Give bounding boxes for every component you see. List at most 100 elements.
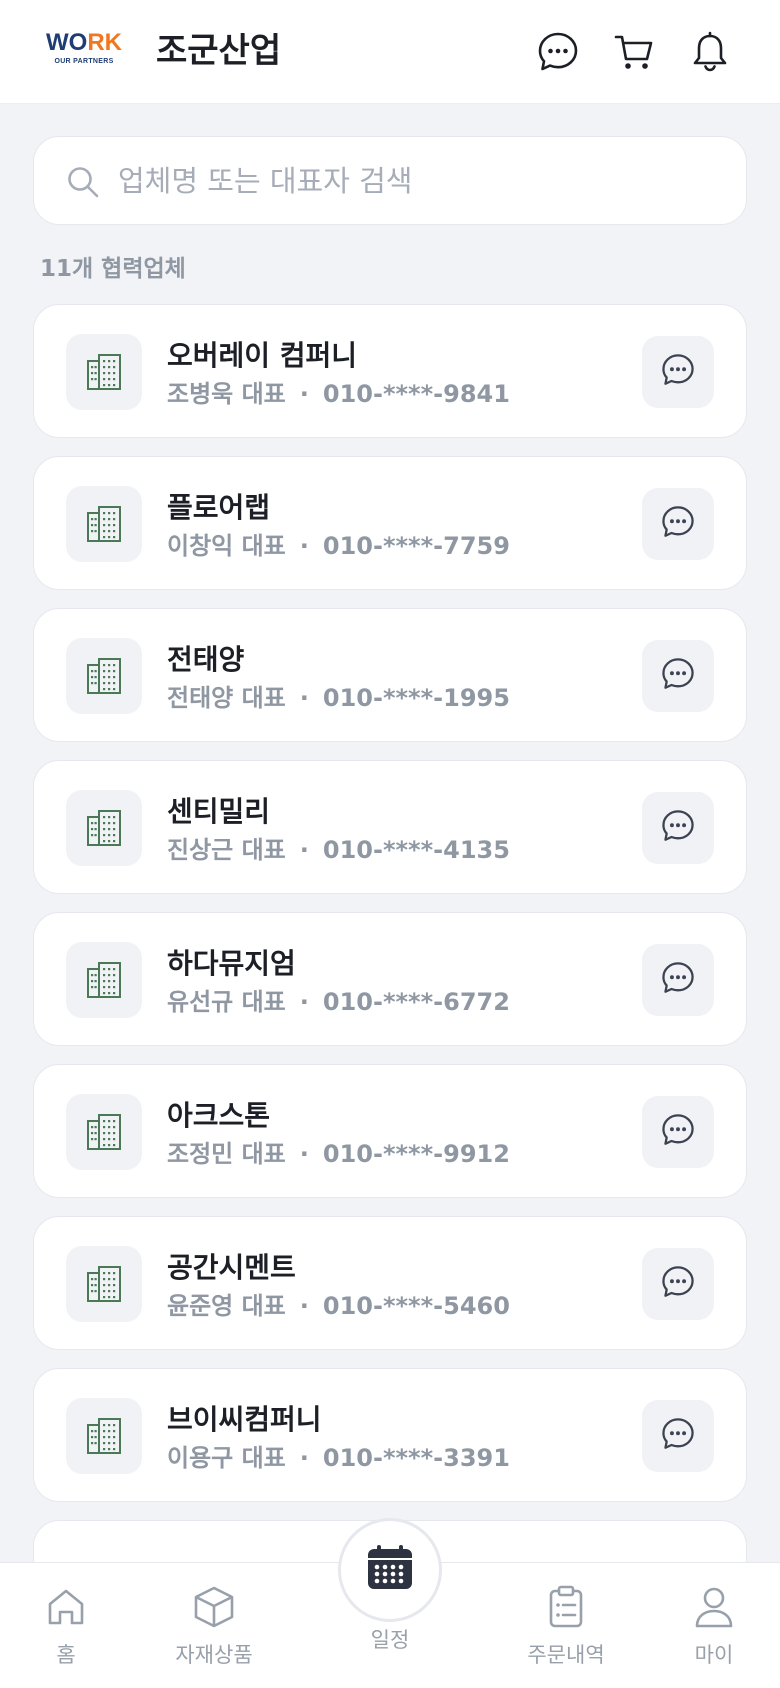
nav-home-label: 홈 — [56, 1643, 76, 1667]
nav-orders[interactable]: 주문내역 — [506, 1583, 626, 1679]
building-icon — [66, 942, 142, 1018]
partner-representative: 조병욱 대표 — [167, 380, 286, 408]
partner-details: 전태양 대표 · 010-****-1995 — [167, 681, 510, 715]
chat-button[interactable] — [642, 336, 714, 408]
partner-phone: 010-****-4135 — [322, 836, 510, 864]
building-icon — [66, 1398, 142, 1474]
partner-phone: 010-****-1995 — [322, 684, 510, 712]
user-icon — [690, 1583, 738, 1631]
chat-icon — [661, 657, 695, 695]
nav-my-label: 마이 — [694, 1643, 734, 1667]
nav-products-label: 자재상품 — [175, 1643, 253, 1667]
partner-details: 이창익 대표 · 010-****-7759 — [167, 529, 510, 563]
building-icon — [66, 1246, 142, 1322]
chat-icon — [661, 353, 695, 391]
partner-phone: 010-****-9912 — [322, 1140, 510, 1168]
building-icon — [66, 1094, 142, 1170]
building-icon — [66, 638, 142, 714]
partner-phone: 010-****-7759 — [322, 532, 510, 560]
building-icon — [66, 334, 142, 410]
app-header: WORK OUR PARTNERS 조군산업 — [0, 0, 780, 104]
partner-card[interactable]: 공간시멘트 윤준영 대표 · 010-****-5460 — [33, 1216, 747, 1350]
search-input[interactable] — [118, 155, 718, 207]
partner-representative: 유선규 대표 — [167, 988, 286, 1016]
partner-name: 아크스톤 — [167, 1099, 271, 1132]
partner-card[interactable]: 플로어랩 이창익 대표 · 010-****-7759 — [33, 456, 747, 590]
partner-name: 하다뮤지엄 — [167, 947, 296, 980]
partner-representative: 진상근 대표 — [167, 836, 286, 864]
logo-subtitle: OUR PARTNERS — [54, 58, 114, 65]
partner-card[interactable]: 하다뮤지엄 유선규 대표 · 010-****-6772 — [33, 912, 747, 1046]
cart-icon[interactable] — [612, 30, 656, 74]
work-logo[interactable]: WORK OUR PARTNERS — [42, 30, 126, 72]
partner-name: 전태양 — [167, 643, 245, 676]
partner-card[interactable]: 브이씨컴퍼니 이용구 대표 · 010-****-3391 — [33, 1368, 747, 1502]
partner-details: 윤준영 대표 · 010-****-5460 — [167, 1289, 510, 1323]
partner-name: 공간시멘트 — [167, 1251, 296, 1284]
partner-details: 조정민 대표 · 010-****-9912 — [167, 1137, 510, 1171]
partner-phone: 010-****-3391 — [322, 1444, 510, 1472]
partner-name: 브이씨컴퍼니 — [167, 1403, 322, 1436]
chat-icon — [661, 961, 695, 999]
chat-button[interactable] — [642, 792, 714, 864]
separator-dot: · — [299, 532, 309, 560]
chat-button[interactable] — [642, 1248, 714, 1320]
calendar-icon — [365, 1544, 415, 1596]
chat-icon — [661, 1265, 695, 1303]
chat-icon — [661, 809, 695, 847]
search-icon — [66, 165, 100, 199]
partner-phone: 010-****-9841 — [322, 380, 510, 408]
partner-representative: 윤준영 대표 — [167, 1292, 286, 1320]
chat-button[interactable] — [642, 1400, 714, 1472]
chat-icon — [661, 505, 695, 543]
partner-representative: 조정민 대표 — [167, 1140, 286, 1168]
building-icon — [66, 790, 142, 866]
separator-dot: · — [299, 684, 309, 712]
partner-card[interactable]: 센티밀리 진상근 대표 · 010-****-4135 — [33, 760, 747, 894]
chat-button[interactable] — [642, 640, 714, 712]
partner-representative: 이용구 대표 — [167, 1444, 286, 1472]
chat-icon — [661, 1417, 695, 1455]
chat-icon[interactable] — [536, 30, 580, 74]
building-icon — [66, 486, 142, 562]
partner-name: 플로어랩 — [167, 491, 271, 524]
partner-list: 오버레이 컴퍼니 조병욱 대표 · 010-****-9841 플로어랩 이창익… — [33, 304, 747, 1520]
partner-details: 유선규 대표 · 010-****-6772 — [167, 985, 510, 1019]
nav-home[interactable]: 홈 — [6, 1583, 126, 1679]
partner-details: 이용구 대표 · 010-****-3391 — [167, 1441, 510, 1475]
separator-dot: · — [299, 1444, 309, 1472]
nav-my[interactable]: 마이 — [654, 1583, 774, 1679]
nav-schedule-button[interactable] — [338, 1518, 442, 1622]
separator-dot: · — [299, 380, 309, 408]
nav-products[interactable]: 자재상품 — [154, 1583, 274, 1679]
partner-name: 오버레이 컴퍼니 — [167, 339, 358, 372]
partner-card[interactable]: 아크스톤 조정민 대표 · 010-****-9912 — [33, 1064, 747, 1198]
nav-orders-label: 주문내역 — [527, 1643, 605, 1667]
box-icon — [190, 1583, 238, 1631]
logo-wordmark: WORK — [46, 29, 122, 56]
partner-count-label: 11개 협력업체 — [40, 256, 186, 282]
partner-phone: 010-****-5460 — [322, 1292, 510, 1320]
partner-representative: 이창익 대표 — [167, 532, 286, 560]
clipboard-icon — [542, 1583, 590, 1631]
partner-details: 진상근 대표 · 010-****-4135 — [167, 833, 510, 867]
partner-name: 센티밀리 — [167, 795, 271, 828]
separator-dot: · — [299, 988, 309, 1016]
partner-representative: 전태양 대표 — [167, 684, 286, 712]
bell-icon[interactable] — [688, 30, 732, 74]
nav-schedule-label: 일정 — [370, 1628, 410, 1652]
page-title: 조군산업 — [156, 31, 282, 71]
partner-card[interactable]: 오버레이 컴퍼니 조병욱 대표 · 010-****-9841 — [33, 304, 747, 438]
partner-phone: 010-****-6772 — [322, 988, 510, 1016]
chat-icon — [661, 1113, 695, 1151]
separator-dot: · — [299, 1140, 309, 1168]
separator-dot: · — [299, 836, 309, 864]
separator-dot: · — [299, 1292, 309, 1320]
partner-card[interactable]: 전태양 전태양 대표 · 010-****-1995 — [33, 608, 747, 742]
chat-button[interactable] — [642, 1096, 714, 1168]
chat-button[interactable] — [642, 944, 714, 1016]
partner-details: 조병욱 대표 · 010-****-9841 — [167, 377, 510, 411]
home-icon — [42, 1583, 90, 1631]
search-bar[interactable] — [33, 136, 747, 225]
chat-button[interactable] — [642, 488, 714, 560]
